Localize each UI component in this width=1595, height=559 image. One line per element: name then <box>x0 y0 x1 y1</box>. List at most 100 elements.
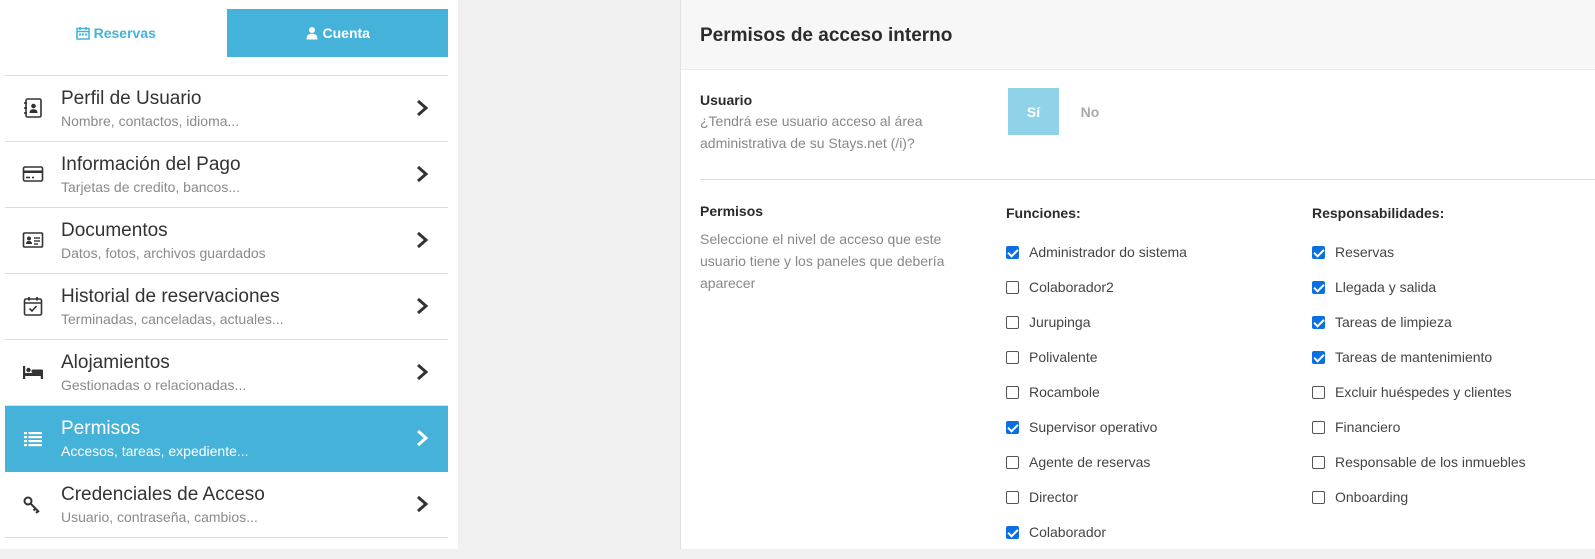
role-checkbox-row[interactable]: Administrador do sistema <box>1006 244 1187 279</box>
section-divider <box>700 179 1595 180</box>
checkbox-label: Colaborador <box>1029 524 1107 540</box>
usuario-description: ¿Tendrá ese usuario acceso al área admin… <box>700 113 923 151</box>
menu-item-subtitle: Usuario, contraseña, cambios... <box>61 509 258 525</box>
checkbox[interactable] <box>1006 421 1019 434</box>
responsibility-checkbox-row[interactable]: Llegada y salida <box>1312 279 1526 314</box>
checkbox-label: Financiero <box>1335 419 1401 435</box>
chevron-right-icon <box>417 99 428 117</box>
responsabilidades-list: Reservas Llegada y salida Tareas de limp… <box>1312 244 1526 524</box>
menu-item-title: Credenciales de Acceso <box>61 484 265 505</box>
checkbox-label: Polivalente <box>1029 349 1098 365</box>
checkbox-label: Jurupinga <box>1029 314 1091 330</box>
tab-reservas[interactable]: Reservas <box>5 9 227 57</box>
checkbox[interactable] <box>1312 456 1325 469</box>
access-no-button[interactable]: No <box>1070 88 1110 135</box>
funciones-list: Administrador do sistema Colaborador2 Ju… <box>1006 244 1187 559</box>
tab-cuenta-label: Cuenta <box>322 25 370 41</box>
list-icon <box>24 432 42 447</box>
checkbox[interactable] <box>1006 526 1019 539</box>
checkbox-label: Llegada y salida <box>1335 279 1437 295</box>
checkbox[interactable] <box>1006 351 1019 364</box>
checkbox[interactable] <box>1006 316 1019 329</box>
calendar-check-icon <box>23 297 43 316</box>
chevron-right-icon <box>417 165 428 183</box>
top-tabs: Reservas Cuenta <box>5 9 448 57</box>
responsibility-checkbox-row[interactable]: Financiero <box>1312 419 1526 454</box>
menu-item-subtitle: Accesos, tareas, expediente... <box>61 443 249 459</box>
checkbox[interactable] <box>1312 351 1325 364</box>
tab-cuenta[interactable]: Cuenta <box>226 9 448 57</box>
checkbox[interactable] <box>1006 456 1019 469</box>
checkbox[interactable] <box>1006 386 1019 399</box>
permissions-panel: Permisos de acceso interno Usuario ¿Tend… <box>680 0 1595 549</box>
menu-item-subtitle: Datos, fotos, archivos guardados <box>61 245 266 261</box>
menu-item-title: Historial de reservaciones <box>61 286 280 307</box>
menu-item-subtitle: Tarjetas de credito, bancos... <box>61 179 240 195</box>
responsabilidades-heading: Responsabilidades: <box>1312 205 1445 221</box>
access-yes-button[interactable]: Sí <box>1008 88 1059 135</box>
checkbox[interactable] <box>1312 386 1325 399</box>
responsibility-checkbox-row[interactable]: Reservas <box>1312 244 1526 279</box>
responsibility-checkbox-row[interactable]: Excluir huéspedes y clientes <box>1312 384 1526 419</box>
checkbox-label: Tareas de limpieza <box>1335 314 1452 330</box>
responsibility-checkbox-row[interactable]: Responsable de los inmuebles <box>1312 454 1526 489</box>
checkbox[interactable] <box>1312 491 1325 504</box>
checkbox-label: Director <box>1029 489 1079 505</box>
checkbox-label: Responsable de los inmuebles <box>1335 454 1526 470</box>
chevron-right-icon <box>417 495 428 513</box>
funciones-heading: Funciones: <box>1006 205 1081 221</box>
role-checkbox-row[interactable]: Polivalente <box>1006 349 1187 384</box>
checkbox-label: Rocambole <box>1029 384 1100 400</box>
menu-item-alojamientos[interactable]: Alojamientos Gestionadas o relacionadas.… <box>5 340 448 406</box>
checkbox-label: Colaborador2 <box>1029 279 1114 295</box>
permisos-label: Permisos <box>700 203 764 219</box>
sidebar: Reservas Cuenta Perfil de Usuario Nombre… <box>0 0 458 549</box>
chevron-right-icon <box>417 231 428 249</box>
checkbox-label: Administrador do sistema <box>1029 244 1187 260</box>
role-checkbox-row[interactable]: Jurupinga <box>1006 314 1187 349</box>
checkbox[interactable] <box>1006 491 1019 504</box>
calendar-icon <box>75 27 90 40</box>
checkbox[interactable] <box>1312 281 1325 294</box>
bed-icon <box>23 366 43 379</box>
checkbox-label: Agente de reservas <box>1029 454 1151 470</box>
tab-reservas-label: Reservas <box>93 25 156 41</box>
responsibility-checkbox-row[interactable]: Tareas de limpieza <box>1312 314 1526 349</box>
menu-item-documentos[interactable]: Documentos Datos, fotos, archivos guarda… <box>5 208 448 274</box>
menu-item-title: Alojamientos <box>61 352 170 373</box>
menu-item-subtitle: Terminadas, canceladas, actuales... <box>61 311 284 327</box>
responsibility-checkbox-row[interactable]: Onboarding <box>1312 489 1526 524</box>
role-checkbox-row[interactable]: Rocambole <box>1006 384 1187 419</box>
menu-item-pago[interactable]: Información del Pago Tarjetas de credito… <box>5 142 448 208</box>
role-checkbox-row[interactable]: Colaborador2 <box>1006 279 1187 314</box>
responsibility-checkbox-row[interactable]: Tareas de mantenimiento <box>1312 349 1526 384</box>
checkbox-label: Tareas de mantenimiento <box>1335 349 1493 365</box>
role-checkbox-row[interactable]: Colaborador <box>1006 524 1187 559</box>
checkbox[interactable] <box>1312 421 1325 434</box>
checkbox[interactable] <box>1312 246 1325 259</box>
checkbox-label: Supervisor operativo <box>1029 419 1158 435</box>
checkbox[interactable] <box>1006 281 1019 294</box>
chevron-right-icon <box>417 297 428 315</box>
menu-item-historial[interactable]: Historial de reservaciones Terminadas, c… <box>5 274 448 340</box>
menu-item-permisos[interactable]: Permisos Accesos, tareas, expediente... <box>5 406 448 472</box>
panel-header: Permisos de acceso interno <box>681 0 1595 70</box>
account-menu: Perfil de Usuario Nombre, contactos, idi… <box>5 75 448 538</box>
user-icon <box>306 27 318 40</box>
menu-item-title: Información del Pago <box>61 154 241 175</box>
menu-item-credenciales[interactable]: Credenciales de Acceso Usuario, contrase… <box>5 472 448 538</box>
menu-item-title: Documentos <box>61 220 168 241</box>
role-checkbox-row[interactable]: Director <box>1006 489 1187 524</box>
usuario-label: Usuario <box>700 92 753 108</box>
id-card-icon <box>22 232 44 248</box>
menu-item-perfil[interactable]: Perfil de Usuario Nombre, contactos, idi… <box>5 76 448 142</box>
checkbox[interactable] <box>1006 246 1019 259</box>
chevron-right-icon <box>417 363 428 381</box>
checkbox[interactable] <box>1312 316 1325 329</box>
role-checkbox-row[interactable]: Supervisor operativo <box>1006 419 1187 454</box>
key-icon <box>23 496 40 514</box>
contact-book-icon <box>24 98 42 118</box>
panel-title: Permisos de acceso interno <box>700 25 953 46</box>
role-checkbox-row[interactable]: Agente de reservas <box>1006 454 1187 489</box>
checkbox-label: Reservas <box>1335 244 1395 260</box>
